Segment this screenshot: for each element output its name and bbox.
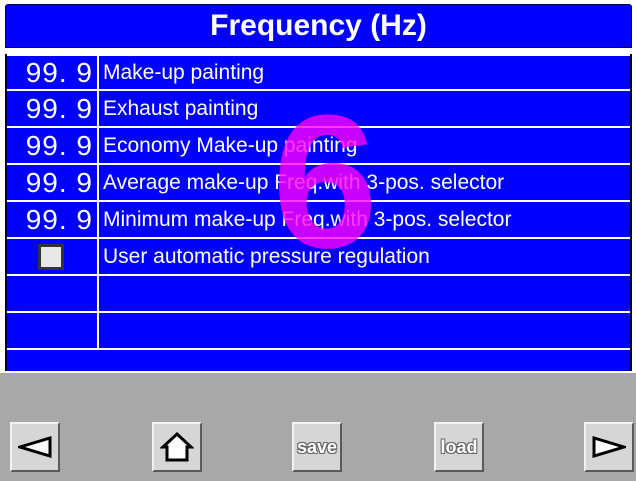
empty-label-cell	[97, 276, 630, 311]
frequency-screen: Frequency (Hz) 99. 9 Make-up painting 99…	[0, 0, 636, 481]
pressure-regulation-checkbox[interactable]	[38, 243, 64, 270]
footer-toolbar: save load	[0, 373, 636, 481]
table-row[interactable]: 99. 9 Economy Make-up painting	[7, 128, 630, 165]
table-row[interactable]: 99. 9 Minimum make-up Freq.with 3-pos. s…	[7, 202, 630, 239]
frequency-value[interactable]: 99. 9	[7, 128, 95, 163]
row-label: User automatic pressure regulation	[97, 239, 630, 274]
empty-label-cell	[97, 313, 630, 348]
right-arrow-icon	[592, 436, 626, 458]
frequency-value[interactable]: 99. 9	[7, 165, 95, 200]
row-label: Make-up painting	[97, 56, 630, 89]
save-label: save	[296, 436, 338, 457]
left-arrow-icon	[18, 436, 52, 458]
table-row-empty	[7, 276, 630, 313]
table-row[interactable]: 99. 9 Average make-up Freq.with 3-pos. s…	[7, 165, 630, 202]
row-label: Average make-up Freq.with 3-pos. selecto…	[97, 165, 630, 200]
frequency-table: 99. 9 Make-up painting 99. 9 Exhaust pai…	[5, 54, 632, 371]
load-label: load	[440, 436, 478, 457]
table-row[interactable]: User automatic pressure regulation	[7, 239, 630, 276]
frequency-value[interactable]: 99. 9	[7, 91, 95, 126]
home-icon	[160, 431, 194, 462]
next-button[interactable]	[584, 422, 634, 472]
empty-value-cell	[7, 276, 95, 311]
empty-value-cell	[7, 313, 95, 348]
table-row[interactable]: 99. 9 Exhaust painting	[7, 91, 630, 128]
table-row[interactable]: 99. 9 Make-up painting	[7, 54, 630, 91]
page-title: Frequency (Hz)	[5, 4, 632, 48]
frequency-value[interactable]: 99. 9	[7, 202, 95, 237]
home-button[interactable]	[152, 422, 202, 472]
load-button[interactable]: load	[434, 422, 484, 472]
frequency-value[interactable]: 99. 9	[7, 56, 95, 89]
previous-button[interactable]	[10, 422, 60, 472]
save-button[interactable]: save	[292, 422, 342, 472]
row-label: Minimum make-up Freq.with 3-pos. selecto…	[97, 202, 630, 237]
row-label: Economy Make-up painting	[97, 128, 630, 163]
table-row-empty	[7, 313, 630, 350]
row-label: Exhaust painting	[97, 91, 630, 126]
checkbox-cell	[7, 239, 95, 274]
